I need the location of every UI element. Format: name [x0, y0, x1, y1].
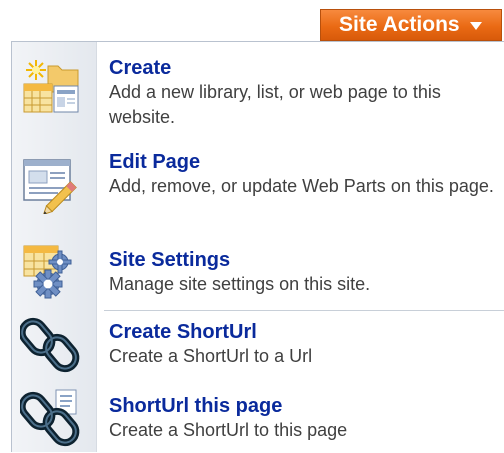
menu-item-title: Edit Page: [109, 151, 201, 173]
menu-item-title: Site Settings: [109, 249, 231, 271]
edit-page-icon: [20, 152, 82, 216]
chain-link-page-icon: [18, 386, 82, 448]
top-bar: Site Actions: [0, 0, 504, 42]
menu-item-title: Create: [109, 57, 172, 79]
chain-link-icon: [18, 314, 82, 376]
site-settings-icon: [20, 240, 82, 302]
menu-item-create-shorturl[interactable]: Create ShortUrl Create a ShortUrl to a U…: [12, 317, 504, 374]
menu-item-create[interactable]: Create Add a new library, list, or web p…: [12, 54, 504, 136]
menu-item-description: Create a ShortUrl to a Url: [109, 346, 313, 366]
menu-item-site-settings[interactable]: Site Settings Manage site settings on th…: [12, 245, 504, 306]
menu-separator: [104, 310, 504, 311]
menu-item-title: Create ShortUrl: [109, 321, 257, 343]
menu-item-shorturl-this-page[interactable]: ShortUrl this page Create a ShortUrl to …: [12, 389, 504, 448]
chevron-down-icon: [469, 22, 482, 30]
menu-item-description: Add, remove, or update Web Parts on this…: [109, 176, 494, 196]
site-actions-label: Site Actions: [339, 13, 460, 36]
menu-item-description: Create a ShortUrl to this page: [109, 420, 348, 440]
menu-item-title: ShortUrl this page: [109, 395, 283, 417]
site-actions-menu: Create Add a new library, list, or web p…: [11, 41, 504, 452]
site-actions-button[interactable]: Site Actions: [320, 9, 502, 41]
create-icon: [20, 56, 82, 118]
menu-item-description: Manage site settings on this site.: [109, 274, 371, 294]
menu-item-description: Add a new library, list, or web page to …: [109, 82, 441, 127]
menu-item-edit-page[interactable]: Edit Page Add, remove, or update Web Par…: [12, 148, 504, 230]
